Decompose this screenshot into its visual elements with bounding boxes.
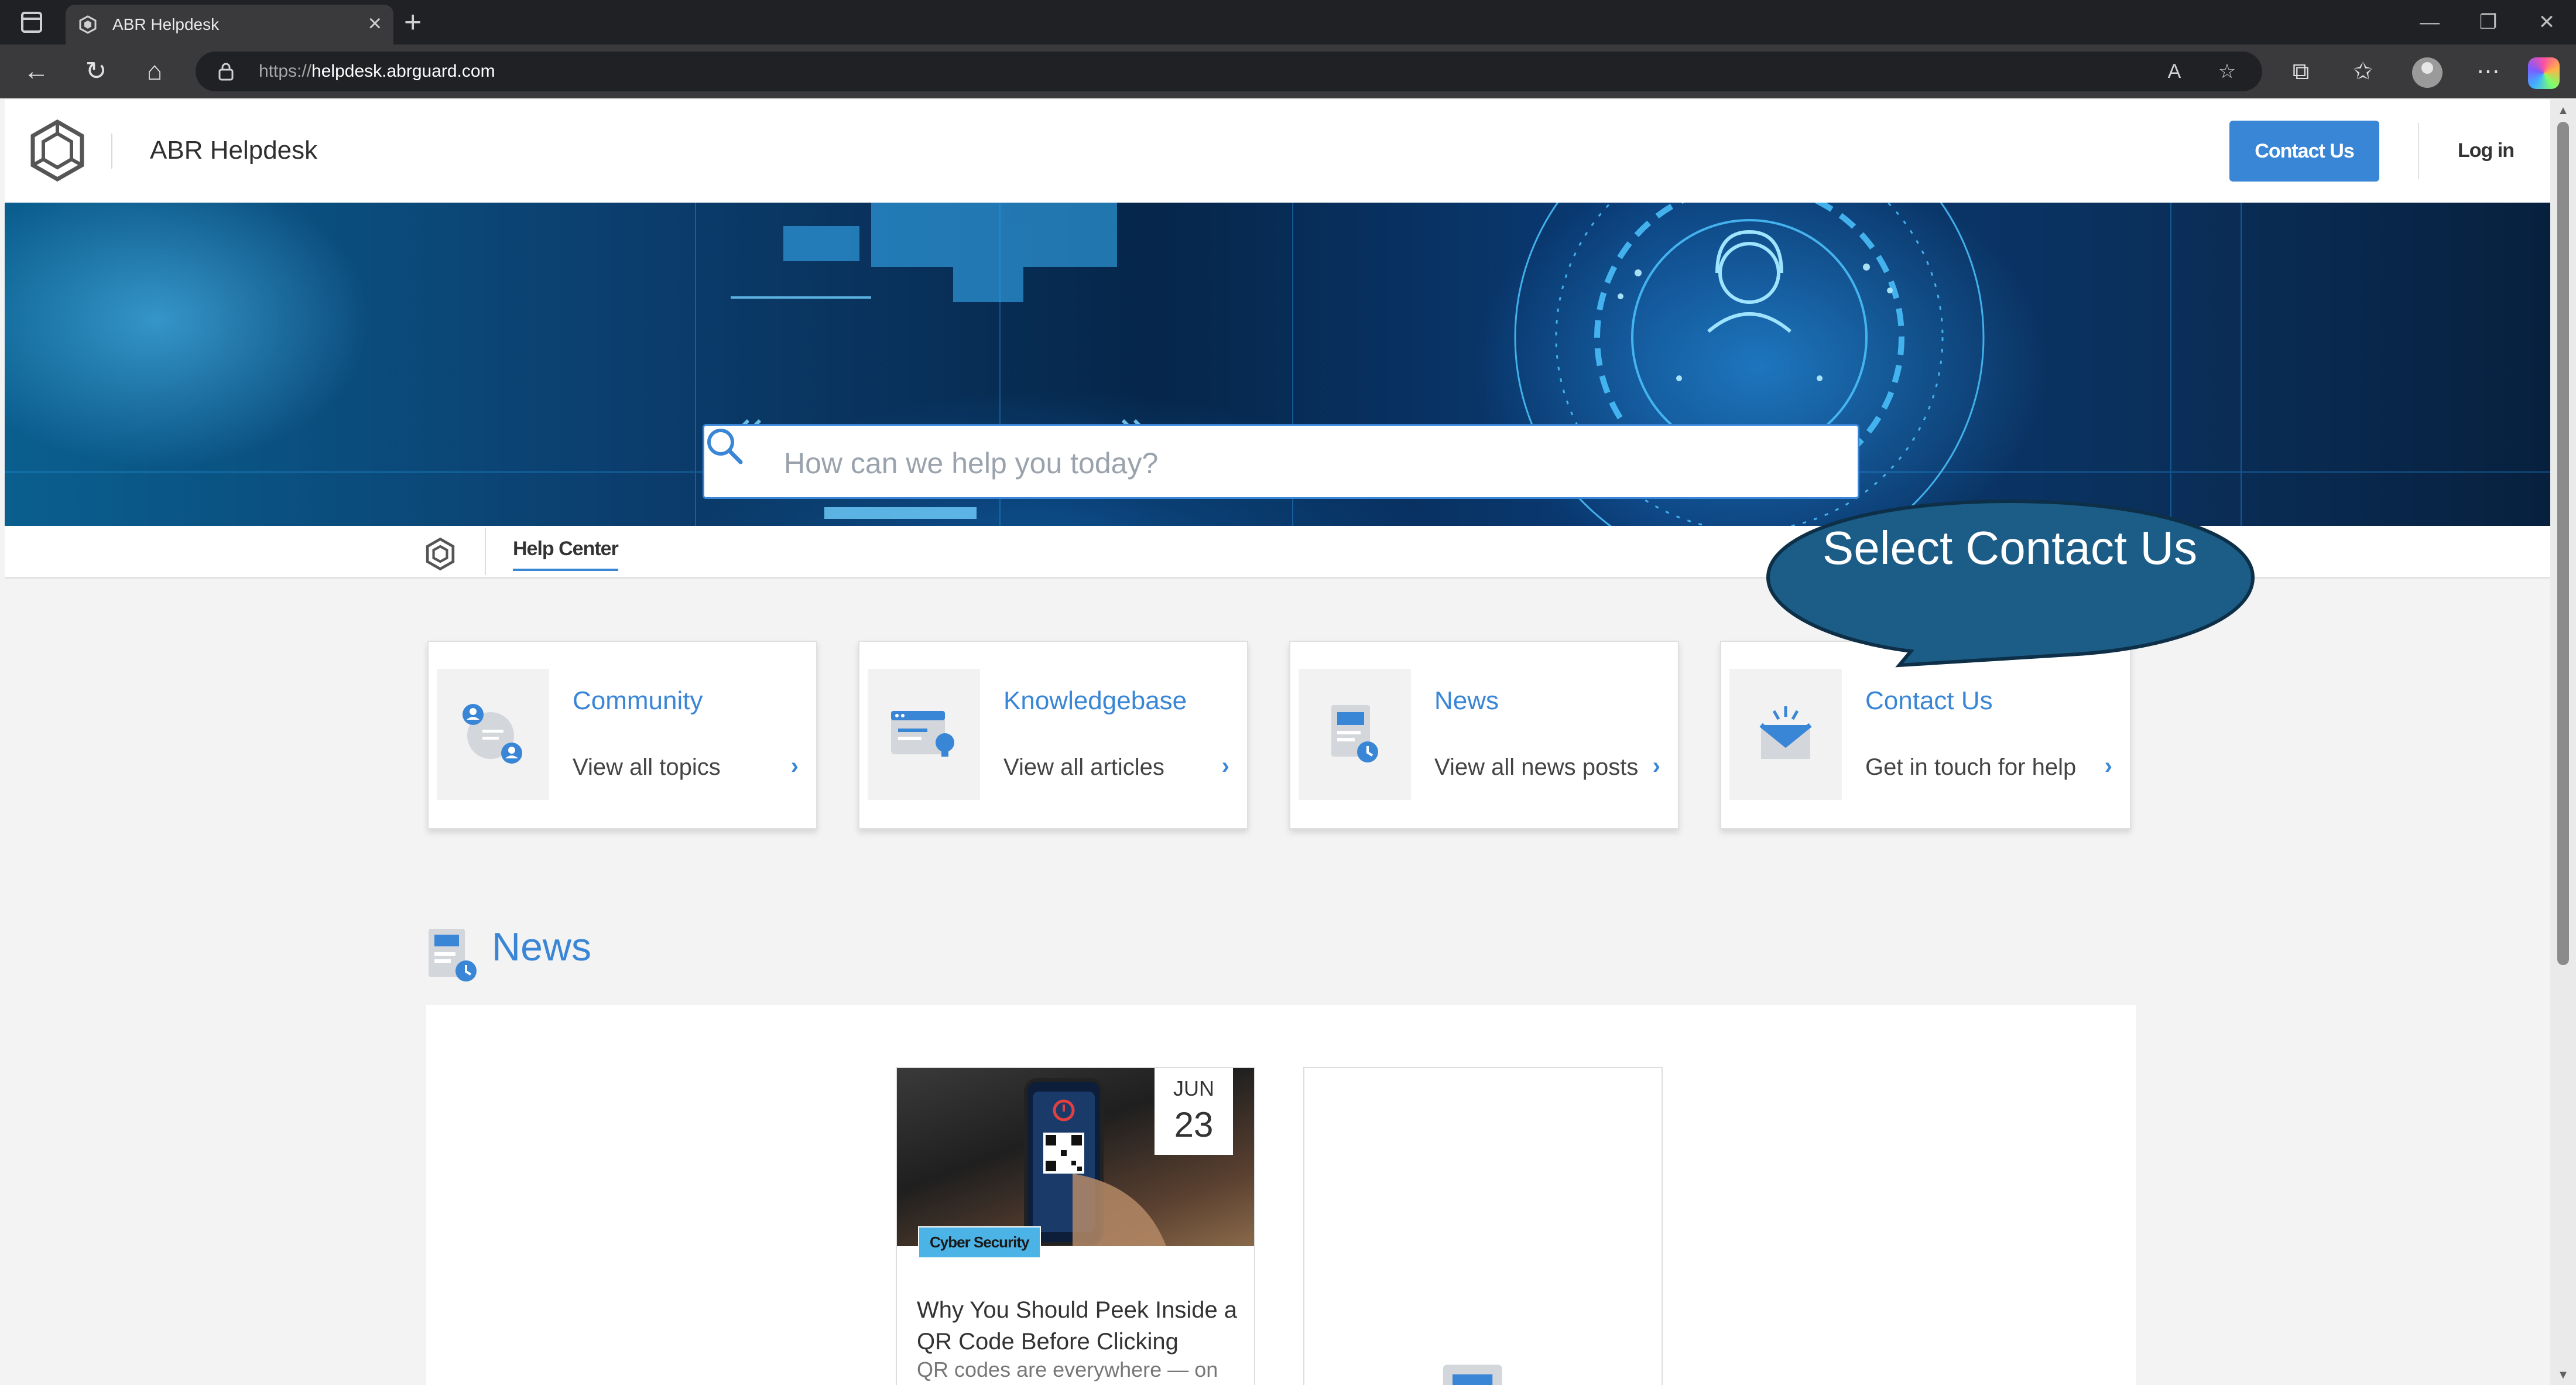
news-post-card-placeholder[interactable] — [1303, 1067, 1663, 1385]
card-icon-box — [868, 669, 980, 800]
news-panel — [426, 1005, 2136, 1385]
scrollbar-thumb[interactable] — [2557, 122, 2569, 965]
site-logo-icon[interactable] — [28, 119, 87, 182]
new-tab-button[interactable]: + — [404, 6, 422, 39]
post-category-tag[interactable]: Cyber Security — [918, 1226, 1041, 1259]
favorite-star-icon[interactable]: ☆ — [2215, 60, 2239, 83]
news-section-icon — [429, 929, 477, 982]
envelope-icon — [1759, 706, 1812, 759]
post-excerpt: QR codes are everywhere — on — [917, 1357, 1218, 1381]
close-window-icon[interactable]: ✕ — [2535, 6, 2558, 39]
news-post-card[interactable]: JUN 23 Cyber Security Why You Should Pee… — [896, 1067, 1255, 1385]
search-input[interactable] — [784, 440, 1826, 487]
news-card[interactable]: News View all news posts › — [1289, 641, 1679, 829]
copilot-icon[interactable] — [2528, 57, 2560, 89]
scroll-down-arrow-icon[interactable]: ▼ — [2556, 1369, 2570, 1381]
card-subtitle: Get in touch for help — [1865, 754, 2077, 780]
tab-close-icon[interactable]: × — [368, 12, 382, 35]
favicon-icon — [79, 15, 97, 34]
hero-banner — [5, 203, 2550, 526]
site-name[interactable]: ABR Helpdesk — [150, 136, 317, 165]
card-subtitle: View all news posts — [1434, 754, 1639, 780]
tab-help-center[interactable]: Help Center — [513, 538, 619, 571]
address-bar[interactable]: https://helpdesk.abrguard.com A ☆ — [196, 52, 2262, 91]
card-title: Knowledgebase — [1003, 686, 1187, 715]
contact-us-card[interactable]: Contact Us Get in touch for help › — [1720, 641, 2131, 829]
lock-icon — [218, 63, 234, 81]
search-icon — [707, 429, 743, 464]
callout-text: Select Contact Us — [1822, 522, 2198, 574]
date-badge: JUN 23 — [1155, 1068, 1233, 1155]
card-title: Contact Us — [1865, 686, 1993, 715]
browser-toolbar: ← ↻ ⌂ https://helpdesk.abrguard.com A ☆ … — [0, 45, 2576, 98]
card-subtitle: View all topics — [573, 754, 721, 780]
site-header: ABR Helpdesk Contact Us Log in — [5, 100, 2550, 203]
extensions-icon[interactable]: ⧉ — [2284, 55, 2317, 88]
page-scrollbar[interactable]: ▲ ▼ — [2550, 100, 2576, 1385]
card-title: Community — [573, 686, 703, 715]
card-icon-box — [1299, 669, 1411, 800]
subnav-divider — [485, 528, 486, 575]
back-arrow-icon[interactable]: ← — [20, 55, 53, 88]
chevron-right-icon: › — [1652, 753, 1660, 779]
post-image: JUN 23 — [897, 1068, 1254, 1246]
profile-avatar[interactable] — [2412, 57, 2443, 88]
more-menu-icon[interactable]: ⋯ — [2472, 55, 2505, 88]
read-aloud-icon[interactable]: A — [2163, 60, 2186, 83]
page-viewport: ABR Helpdesk Contact Us Log in How can w… — [5, 100, 2550, 1385]
home-icon[interactable]: ⌂ — [138, 55, 171, 88]
knowledgebase-icon — [891, 711, 954, 757]
contact-us-button[interactable]: Contact Us — [2229, 121, 2379, 182]
scroll-up-arrow-icon[interactable]: ▲ — [2556, 104, 2570, 117]
card-title: News — [1434, 686, 1499, 715]
news-heading: News — [492, 925, 592, 969]
card-icon-box — [1729, 669, 1842, 800]
browser-tab-strip: ABR Helpdesk × + — ❐ ✕ — [0, 0, 2576, 45]
url-text: https://helpdesk.abrguard.com — [259, 61, 495, 81]
chevron-right-icon: › — [790, 753, 799, 779]
window-menu-icon[interactable] — [21, 12, 42, 33]
date-day: 23 — [1174, 1105, 1214, 1144]
reload-icon[interactable]: ↻ — [80, 55, 112, 88]
card-subtitle: View all articles — [1003, 754, 1164, 780]
community-icon — [463, 704, 522, 764]
header-divider — [111, 134, 112, 169]
chevron-right-icon: › — [1221, 753, 1229, 779]
login-link[interactable]: Log in — [2458, 139, 2515, 162]
community-card[interactable]: Community View all topics › — [427, 641, 817, 829]
restore-icon[interactable]: ❐ — [2476, 6, 2500, 39]
tab-title: ABR Helpdesk — [112, 15, 220, 33]
browser-tab-active[interactable]: ABR Helpdesk × — [66, 5, 393, 45]
search-box[interactable] — [703, 424, 1859, 499]
help-center-logo-icon[interactable] — [425, 538, 455, 570]
date-month: JUN — [1173, 1076, 1214, 1100]
news-placeholder-icon — [1443, 1365, 1502, 1385]
minimize-icon[interactable]: — — [2418, 6, 2441, 39]
post-title[interactable]: Why You Should Peek Inside a QR Code Bef… — [917, 1294, 1245, 1357]
favorites-icon[interactable]: ✩ — [2347, 55, 2379, 88]
card-icon-box — [437, 669, 549, 800]
header-divider-right — [2418, 123, 2419, 179]
chevron-right-icon: › — [2104, 753, 2112, 779]
knowledgebase-card[interactable]: Knowledgebase View all articles › — [858, 641, 1248, 829]
news-icon — [1331, 705, 1378, 762]
